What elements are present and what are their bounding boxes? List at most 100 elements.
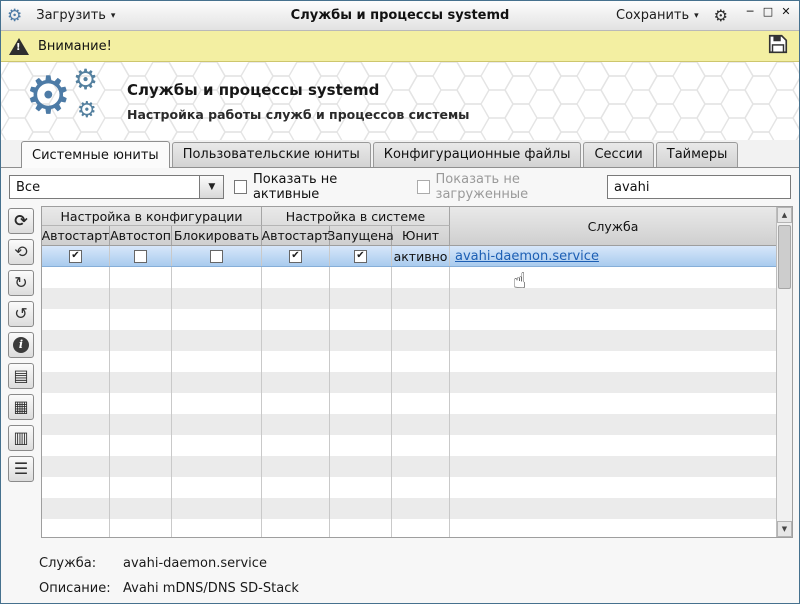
- services-table: Настройка в конфигурации Настройка в сис…: [41, 206, 793, 538]
- col-header-unit[interactable]: Юнит: [392, 226, 450, 245]
- table-cell-empty: [450, 351, 776, 372]
- save-menu-button[interactable]: Сохранить ▾: [608, 4, 707, 27]
- scrollbar-thumb[interactable]: [778, 225, 791, 289]
- maximize-button[interactable]: □: [759, 3, 777, 20]
- filter-row: Все ▼ Показать не активные Показать не з…: [1, 168, 799, 206]
- table-cell-empty: [330, 393, 392, 414]
- table-cell-empty: [330, 414, 392, 435]
- col-header-service[interactable]: Служба: [450, 207, 776, 245]
- reload-daemon-button[interactable]: ⟲: [8, 239, 34, 265]
- titlebar: ⚙ Загрузить ▾ Службы и процессы systemd …: [1, 1, 799, 31]
- document-icon: ▤: [13, 366, 29, 385]
- refresh-button[interactable]: ⟳: [8, 208, 34, 234]
- table-cell-empty: [110, 393, 172, 414]
- table-cell-empty: [262, 330, 330, 351]
- scrollbar-track[interactable]: [777, 223, 792, 521]
- table-row-service[interactable]: ✔ ✔ ✔ активно avahi-daemon.service: [42, 246, 776, 267]
- group-header-config: Настройка в конфигурации: [42, 207, 262, 226]
- save-file-button[interactable]: [765, 31, 791, 61]
- table-cell-empty: [42, 372, 110, 393]
- vertical-scrollbar[interactable]: ▲ ▼: [776, 207, 792, 537]
- table-cell-empty: [110, 351, 172, 372]
- scope-dropdown[interactable]: Все ▼: [9, 175, 225, 199]
- checkbox-system-running[interactable]: ✔: [354, 249, 367, 263]
- tab-user-units[interactable]: Пользовательские юниты: [171, 142, 371, 167]
- scroll-up-button[interactable]: ▲: [777, 207, 792, 223]
- warning-triangle-icon: !: [9, 37, 29, 55]
- table-cell-empty: [450, 330, 776, 351]
- table-cell-empty: [330, 519, 392, 537]
- table-cell-empty: [172, 309, 262, 330]
- checkbox-config-autostart[interactable]: ✔: [69, 249, 82, 263]
- col-header-autostart-system[interactable]: Автостарт: [262, 226, 330, 245]
- checkbox-config-autostop[interactable]: [134, 249, 147, 263]
- table-cell-empty: [172, 456, 262, 477]
- side-toolbar: ⟳ ⟲ ↻ ↺ i ▤ ▦ ▥ ☰: [5, 206, 37, 482]
- col-header-running[interactable]: Запущена: [327, 226, 394, 245]
- restart-service-button[interactable]: ↻: [8, 270, 34, 296]
- checkbox-config-block[interactable]: [210, 249, 223, 263]
- table-cell-empty: [262, 393, 330, 414]
- settings-gear-button[interactable]: ⚙: [707, 3, 735, 28]
- log-icon: ▥: [13, 428, 29, 447]
- table-cell-empty: [450, 288, 776, 309]
- minimize-button[interactable]: ─: [741, 3, 759, 20]
- load-menu-button[interactable]: Загрузить ▾: [28, 4, 123, 27]
- app-gear-icon: ⚙: [7, 5, 23, 26]
- table-cell-empty: [262, 309, 330, 330]
- info-icon: i: [13, 337, 29, 353]
- view-unit-file-button[interactable]: ▤: [8, 363, 34, 389]
- warning-bar: ! Внимание!: [1, 31, 799, 62]
- table-header: Настройка в конфигурации Настройка в сис…: [42, 207, 776, 246]
- table-cell-empty: [110, 498, 172, 519]
- tab-config-files[interactable]: Конфигурационные файлы: [372, 142, 582, 167]
- table-cell-empty: [450, 456, 776, 477]
- tab-timers[interactable]: Таймеры: [655, 142, 739, 167]
- table-cell-empty: [42, 393, 110, 414]
- table-cell-empty: [450, 519, 776, 537]
- list-dependencies-button[interactable]: ☰: [8, 456, 34, 482]
- page-subtitle: Настройка работы служб и процессов систе…: [127, 106, 470, 122]
- page-title: Службы и процессы systemd: [127, 80, 380, 99]
- app-logo-gears: ⚙ ⚙ ⚙: [25, 66, 117, 134]
- check-icon: ✔: [356, 250, 365, 261]
- table-cell-empty: [262, 414, 330, 435]
- table-row-empty: [42, 498, 776, 519]
- service-link[interactable]: avahi-daemon.service: [455, 249, 599, 264]
- col-header-block[interactable]: Блокировать: [172, 226, 262, 245]
- table-row-empty: [42, 267, 776, 288]
- col-header-autostop[interactable]: Автостоп: [110, 226, 172, 245]
- table-cell-empty: [450, 393, 776, 414]
- table-cell-empty: [110, 330, 172, 351]
- info-button[interactable]: i: [8, 332, 34, 358]
- table-row-empty: [42, 435, 776, 456]
- table-row-empty: [42, 519, 776, 537]
- revert-button[interactable]: ↺: [8, 301, 34, 327]
- edit-unit-file-button[interactable]: ▦: [8, 394, 34, 420]
- search-input[interactable]: [607, 175, 791, 199]
- table-cell-empty: [450, 498, 776, 519]
- banner-text: Службы и процессы systemd Настройка рабо…: [127, 81, 469, 122]
- tab-content: Все ▼ Показать не активные Показать не з…: [1, 168, 799, 603]
- col-header-autostart-config[interactable]: Автостарт: [42, 226, 110, 245]
- scroll-down-button[interactable]: ▼: [777, 521, 792, 537]
- show-inactive-checkbox[interactable]: Показать не активные: [234, 172, 391, 202]
- refresh-icon: ⟳: [14, 211, 28, 230]
- table-cell-empty: [42, 330, 110, 351]
- table-cell-empty: [330, 435, 392, 456]
- tab-sessions[interactable]: Сессии: [583, 142, 654, 167]
- view-log-button[interactable]: ▥: [8, 425, 34, 451]
- table-empty-rows: [42, 267, 776, 537]
- warning-text: Внимание!: [38, 38, 112, 54]
- checkbox-system-autostart[interactable]: ✔: [289, 249, 302, 263]
- close-button[interactable]: ✕: [777, 3, 795, 20]
- table-cell-empty: [110, 267, 172, 288]
- table-row-empty: [42, 372, 776, 393]
- tab-system-units[interactable]: Системные юниты: [21, 141, 170, 168]
- table-cell-empty: [392, 414, 450, 435]
- table-cell-empty: [392, 456, 450, 477]
- table-cell-empty: [392, 393, 450, 414]
- table-cell-empty: [450, 435, 776, 456]
- check-icon: ✔: [71, 250, 80, 261]
- show-unloaded-checkbox[interactable]: Показать не загруженные: [416, 172, 597, 202]
